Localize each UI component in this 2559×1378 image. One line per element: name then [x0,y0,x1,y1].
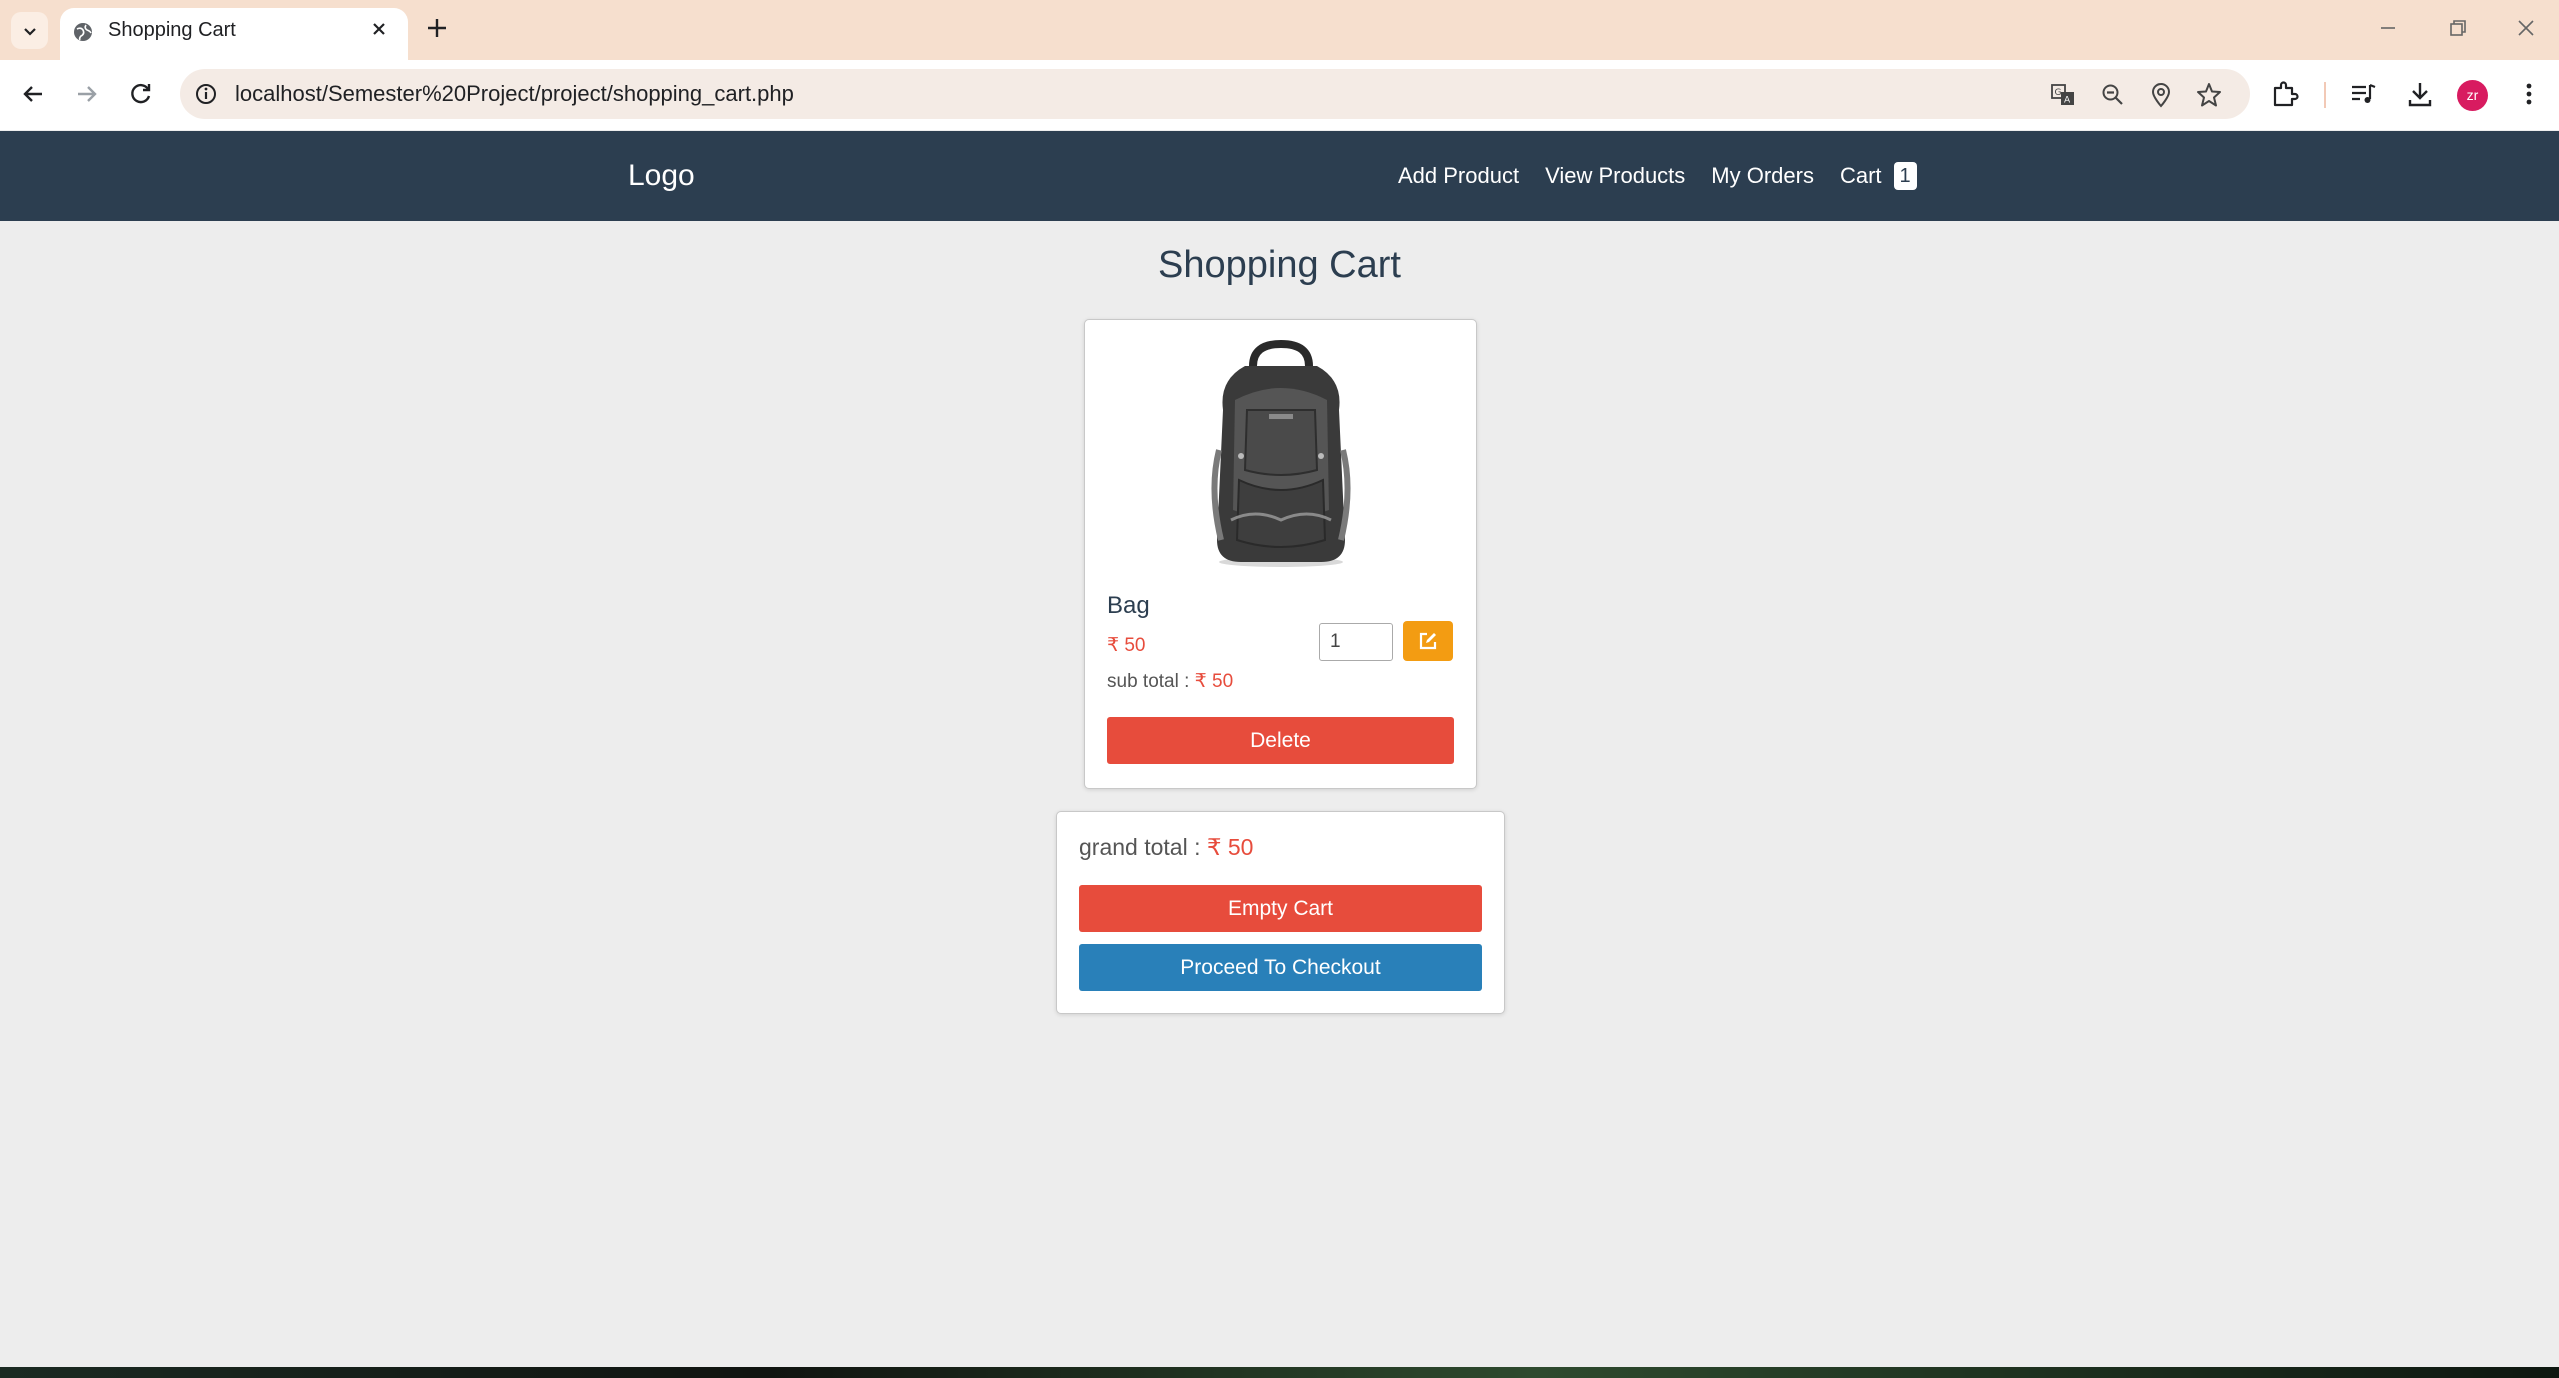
globe-icon [74,23,92,41]
grand-total: grand total : ₹ 50 [1079,834,1253,861]
checkout-button[interactable]: Proceed To Checkout [1079,944,1482,991]
product-name: Bag [1107,592,1150,619]
nav-add-product[interactable]: Add Product [1398,163,1519,189]
toolbar-divider [2324,82,2326,108]
browser-tab[interactable]: Shopping Cart [60,8,408,60]
translate-icon[interactable]: GA [2050,82,2076,108]
main-nav: Add Product View Products My Orders Cart… [1398,131,1917,221]
nav-view-products[interactable]: View Products [1545,163,1685,189]
subtotal-label: sub total : [1107,671,1190,692]
edit-icon [1419,632,1437,650]
cart-item-card: Bag ₹ 50 sub total : ₹ 50 Delete [1084,319,1477,789]
empty-cart-button[interactable]: Empty Cart [1079,885,1482,932]
extensions-icon[interactable] [2270,79,2300,109]
nav-cart-label: Cart [1839,163,1882,188]
product-image [1211,340,1351,567]
new-tab-icon[interactable] [424,15,450,41]
location-icon[interactable] [2148,82,2174,108]
tab-title: Shopping Cart [108,19,236,41]
media-controls-icon[interactable] [2348,79,2378,109]
star-icon[interactable] [2196,82,2222,108]
forward-arrow-icon[interactable] [72,79,102,109]
svg-text:A: A [2064,96,2071,106]
chevron-down-icon [23,27,36,36]
close-icon[interactable] [369,19,389,39]
update-quantity-button[interactable] [1403,621,1453,661]
back-arrow-icon[interactable] [18,79,48,109]
nav-my-orders[interactable]: My Orders [1711,163,1814,189]
site-info-icon[interactable] [194,82,218,106]
zoom-icon[interactable] [2100,82,2126,108]
quantity-input[interactable] [1319,623,1393,661]
subtotal-value: ₹ 50 [1194,671,1234,692]
cart-count-badge: 1 [1893,162,1917,190]
window-close-icon[interactable] [2514,16,2538,40]
cart-summary: grand total : ₹ 50 Empty Cart Proceed To… [1056,811,1505,1014]
desktop-background-strip [0,1367,2559,1378]
url-text[interactable]: localhost/Semester%20Project/project/sho… [235,69,794,119]
nav-cart[interactable]: Cart 1 [1840,162,1917,190]
download-icon[interactable] [2405,79,2435,109]
page-title: Shopping Cart [1158,244,1401,286]
profile-avatar[interactable]: zr [2457,80,2488,111]
product-price: ₹ 50 [1107,635,1146,656]
address-bar[interactable]: localhost/Semester%20Project/project/sho… [180,69,2250,119]
site-header: Logo Add Product View Products My Orders… [0,131,2559,221]
restore-icon[interactable] [2446,16,2470,40]
item-subtotal: sub total : ₹ 50 [1107,670,1233,693]
browser-tab-strip: Shopping Cart [0,0,2559,60]
grand-total-value: ₹ 50 [1206,834,1254,860]
delete-item-button[interactable]: Delete [1107,717,1454,764]
reload-icon[interactable] [126,79,156,109]
site-logo[interactable]: Logo [628,131,695,221]
browser-toolbar: localhost/Semester%20Project/project/sho… [0,60,2559,130]
minimize-icon[interactable] [2376,16,2400,40]
tab-search-button[interactable] [11,12,48,49]
more-menu-icon[interactable] [2514,79,2544,109]
svg-text:G: G [2055,88,2062,98]
grand-total-label: grand total : [1079,834,1201,860]
